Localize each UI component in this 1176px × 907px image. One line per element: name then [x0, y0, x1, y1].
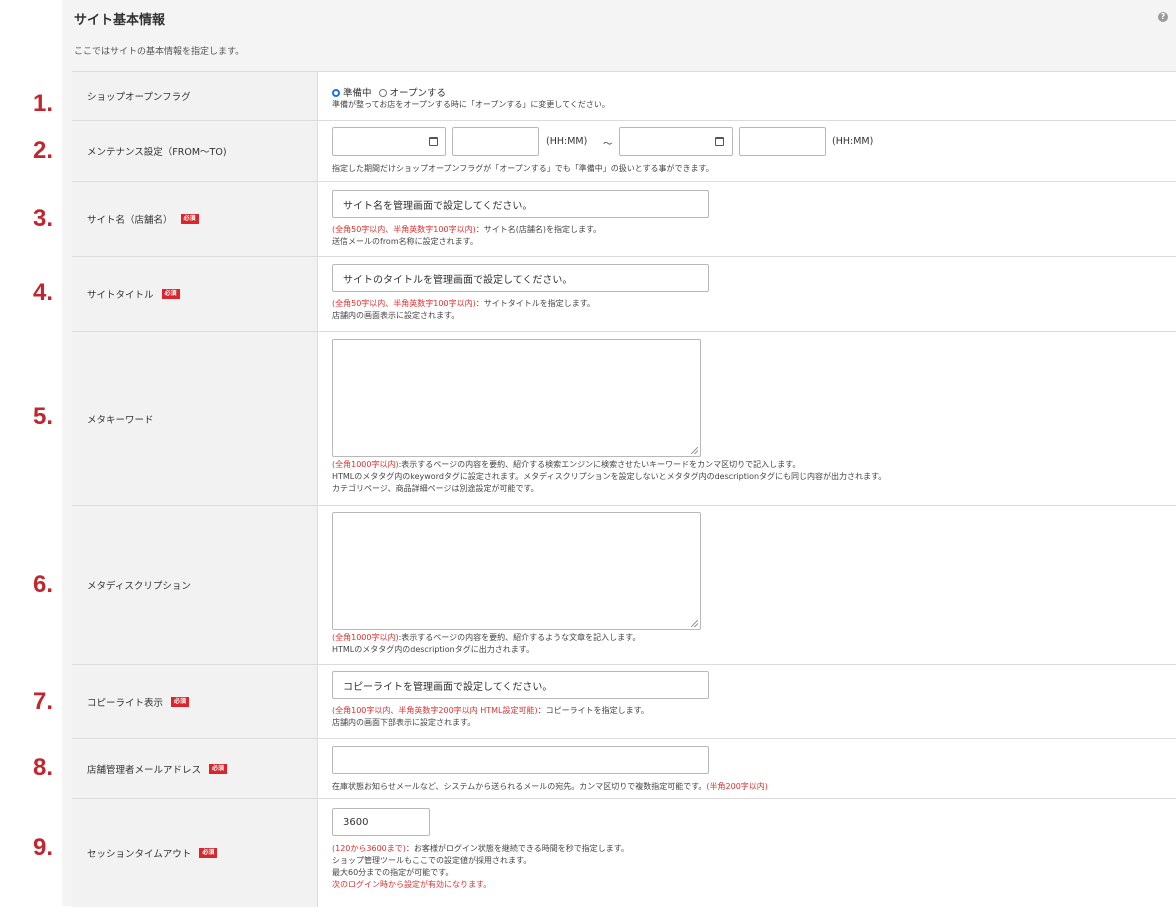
site-name-input[interactable]: サイト名を管理画面で設定してください。	[332, 190, 709, 218]
maintenance-to-time[interactable]	[739, 127, 826, 156]
radio-open-label: オープンする	[389, 88, 446, 99]
radio-preparing[interactable]	[332, 89, 340, 97]
row-note-2: ショップ管理ツールもここでの設定値が採用されます。	[332, 856, 532, 865]
row-note-2: HTMLのメタタグ内のdescriptionタグに出力されます。	[332, 645, 534, 654]
row-label: メンテナンス設定（FROM〜TO)	[72, 121, 318, 181]
marker-1: 1.	[33, 90, 54, 117]
row-note-3: カテゴリページ、商品詳細ページは別途設定が可能です。	[332, 484, 539, 493]
maintenance-to-date[interactable]	[619, 127, 733, 156]
row-label: メタキーワード	[72, 332, 318, 505]
meta-keyword-textarea[interactable]	[332, 339, 701, 457]
row-label: セッションタイムアウト 必須	[72, 799, 318, 907]
radio-preparing-label: 準備中	[343, 88, 372, 99]
resize-handle-icon[interactable]	[691, 620, 698, 627]
required-badge: 必須	[180, 214, 199, 224]
marker-9: 9.	[33, 834, 54, 861]
to-time-unit: (HH:MM)	[832, 136, 874, 147]
help-icon[interactable]: ?	[1158, 12, 1168, 22]
row-shop-open: ショップオープンフラグ 準備中 オープンする 準備が整ってお店をオープンする時に…	[72, 72, 1176, 121]
row-meta-keyword: メタキーワード (全角1000字以内):表示するページの内容を要約、紹介する検索…	[72, 332, 1176, 506]
row-note: (120から3600まで)：お客様がログイン状態を継続できる時間を秒で指定します…	[332, 844, 629, 853]
marker-2: 2.	[33, 137, 54, 164]
copyright-input[interactable]: コピーライトを管理画面で設定してください。	[332, 671, 709, 699]
row-note: (全角1000字以内):表示するページの内容を要約、紹介する検索エンジンに検索さ…	[332, 460, 801, 469]
row-label: サイトタイトル 必須	[72, 257, 318, 331]
marker-5: 5.	[33, 403, 54, 430]
row-site-title: サイトタイトル 必須 サイトのタイトルを管理画面で設定してください。 (全角50字…	[72, 257, 1176, 332]
from-time-unit: (HH:MM)	[546, 136, 588, 147]
required-badge: 必須	[209, 763, 228, 774]
row-note-2: 送信メールのfrom名称に設定されます。	[332, 237, 478, 246]
row-note: (全角1000字以内):表示するページの内容を要約、紹介するような文章を記入しま…	[332, 633, 641, 642]
row-note-3: 最大60分までの指定が可能です。	[332, 868, 454, 877]
site-title-input[interactable]: サイトのタイトルを管理画面で設定してください。	[332, 264, 709, 292]
row-note: (全角50字以内、半角英数字100字以内)：サイト名(店舗名)を指定します。	[332, 225, 602, 234]
row-label: ショップオープンフラグ	[72, 72, 318, 120]
row-note: 準備が整ってお店をオープンする時に「オープンする」に変更してください。	[332, 100, 610, 109]
row-meta-description: メタディスクリプション (全角1000字以内):表示するページの内容を要約、紹介…	[72, 506, 1176, 665]
row-label: サイト名（店舗名） 必須	[72, 182, 318, 256]
marker-4: 4.	[33, 279, 54, 306]
row-site-name: サイト名（店舗名） 必須 サイト名を管理画面で設定してください。 (全角50字以内…	[72, 182, 1176, 257]
row-note-2: 店舗内の画面下部表示に設定されます。	[332, 718, 476, 727]
marker-6: 6.	[33, 571, 54, 598]
row-note: 在庫状態お知らせメールなど、システムから送られるメールの宛先。カンマ区切りで複数…	[332, 782, 768, 791]
required-badge: 必須	[161, 289, 180, 299]
row-note: 指定した期間だけショップオープンフラグが「オープンする」でも「準備中」の扱いとす…	[332, 164, 714, 173]
settings-form: ショップオープンフラグ 準備中 オープンする 準備が整ってお店をオープンする時に…	[72, 71, 1176, 907]
radio-open[interactable]	[378, 89, 387, 97]
page-description: ここではサイトの基本情報を指定します。	[74, 47, 245, 57]
calendar-icon[interactable]	[429, 137, 438, 146]
site-info-panel: サイト基本情報 ? ここではサイトの基本情報を指定します。 ショップオープンフラ…	[62, 0, 1176, 907]
maintenance-from-time[interactable]	[452, 127, 539, 156]
row-note: (全角100字以内、半角英数字200字以内 HTML設定可能)：コピーライトを指…	[332, 706, 649, 715]
row-note: (全角50字以内、半角英数字100字以内)：サイトタイトルを指定します。	[332, 299, 595, 308]
required-badge: 必須	[171, 696, 190, 707]
page-title: サイト基本情報	[74, 13, 166, 28]
required-badge: 必須	[199, 848, 218, 858]
row-label: メタディスクリプション	[72, 506, 318, 664]
row-note-4: 次のログイン時から設定が有効になります。	[332, 880, 492, 889]
row-label: コピーライト表示 必須	[72, 665, 318, 738]
marker-8: 8.	[33, 754, 54, 781]
meta-description-textarea[interactable]	[332, 512, 701, 630]
row-session-timeout: セッションタイムアウト 必須 3600 (120から3600まで)：お客様がログイ…	[72, 799, 1176, 907]
session-timeout-input[interactable]: 3600	[332, 808, 430, 836]
resize-handle-icon[interactable]	[691, 447, 698, 454]
range-separator: 〜	[603, 139, 613, 150]
maintenance-from-date[interactable]	[332, 127, 446, 156]
marker-3: 3.	[33, 205, 54, 232]
row-copyright: コピーライト表示 必須 コピーライトを管理画面で設定してください。 (全角100字…	[72, 665, 1176, 739]
radio-group: 準備中 オープンする	[332, 85, 446, 99]
row-note-2: HTMLのメタタグ内のkeywordタグに設定されます。メタディスクリプションを…	[332, 472, 887, 481]
admin-email-input[interactable]	[332, 746, 709, 774]
row-label: 店舗管理者メールアドレス 必須	[72, 739, 318, 798]
marker-7: 7.	[33, 688, 54, 715]
row-note-2: 店舗内の画面表示に設定されます。	[332, 311, 460, 320]
row-admin-email: 店舗管理者メールアドレス 必須 在庫状態お知らせメールなど、システムから送られるメ…	[72, 739, 1176, 799]
row-maintenance: メンテナンス設定（FROM〜TO) (HH:MM) 〜 (HH:MM) 指定した…	[72, 121, 1176, 182]
calendar-icon[interactable]	[715, 137, 724, 146]
